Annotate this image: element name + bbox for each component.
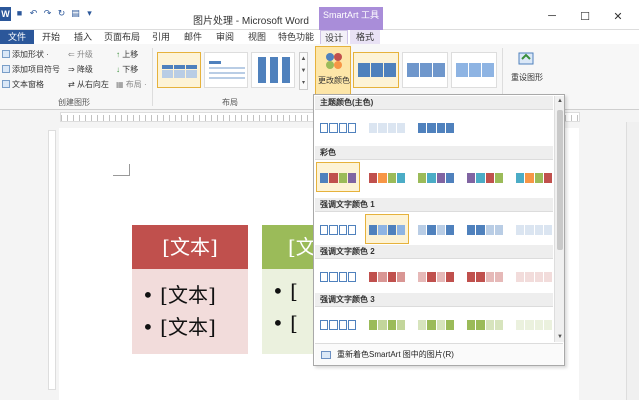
- change-colors-dropdown: ▲ ▼ 重新着色SmartArt 图中的图片(R) 主题颜色(主色) 彩色强调文字…: [313, 94, 565, 366]
- word-app-icon[interactable]: W: [0, 7, 11, 21]
- print-preview-icon[interactable]: ▤: [70, 8, 81, 19]
- scroll-thumb[interactable]: [557, 110, 563, 250]
- maximize-icon[interactable]: ☐: [578, 10, 592, 23]
- move-down-button[interactable]: ↓ 下移: [116, 64, 138, 75]
- tab-page-layout[interactable]: 页面布局: [102, 30, 142, 44]
- color-swatch[interactable]: [512, 309, 556, 339]
- color-swatch[interactable]: [512, 261, 556, 291]
- minimize-icon[interactable]: ─: [545, 10, 559, 22]
- color-swatch[interactable]: [512, 162, 556, 192]
- right-to-left-button[interactable]: ⇄ 从右向左: [68, 79, 109, 90]
- vertical-scrollbar[interactable]: [626, 122, 639, 400]
- layout-small-button[interactable]: ▦ 布局 ·: [116, 79, 147, 90]
- style-thumb-1[interactable]: [353, 52, 399, 88]
- style-thumb-3[interactable]: [451, 52, 497, 88]
- right-to-left-icon: ⇄: [68, 80, 77, 89]
- add-shape-button[interactable]: 添加形状 ·: [2, 49, 49, 60]
- color-swatch[interactable]: [365, 112, 409, 142]
- tab-insert[interactable]: 插入: [70, 30, 96, 44]
- recolor-pictures-option[interactable]: 重新着色SmartArt 图中的图片(R): [315, 343, 563, 365]
- change-colors-icon: [326, 53, 342, 69]
- smartart-shape-1-bullet-1[interactable]: • [文本]: [142, 279, 216, 308]
- promote-button[interactable]: ⇐ 升级: [68, 49, 93, 60]
- scroll-down-icon[interactable]: ▼: [555, 332, 565, 342]
- move-up-button[interactable]: ↑ 上移: [116, 49, 138, 60]
- color-section-header: 彩色: [315, 146, 553, 160]
- document-title: 图片处理 - Microsoft Word: [193, 16, 309, 27]
- smartart-shape-1-header[interactable]: [文本]: [132, 225, 248, 269]
- page-corner-mark: [113, 164, 130, 176]
- layout-thumb-3[interactable]: [251, 52, 295, 88]
- tab-design[interactable]: 设计: [320, 30, 348, 44]
- color-swatch[interactable]: [365, 214, 409, 244]
- color-swatch[interactable]: [414, 162, 458, 192]
- smartart-shape-1-body[interactable]: • [文本] • [文本]: [132, 269, 248, 354]
- promote-icon: ⇐: [68, 50, 77, 59]
- redo-icon[interactable]: ↷: [42, 8, 53, 19]
- layout-thumb-2[interactable]: [204, 52, 248, 88]
- refresh-icon[interactable]: ↻: [56, 8, 67, 19]
- tab-mailings[interactable]: 邮件: [180, 30, 206, 44]
- color-section-header: 强调文字颜色 3: [315, 293, 553, 307]
- demote-icon: ⇒: [68, 65, 77, 74]
- color-swatch[interactable]: [414, 261, 458, 291]
- color-section-header: 强调文字颜色 2: [315, 245, 553, 259]
- color-swatch[interactable]: [463, 214, 507, 244]
- tab-features[interactable]: 特色功能: [276, 30, 316, 44]
- color-swatch[interactable]: [316, 309, 360, 339]
- add-shape-icon: [2, 50, 10, 58]
- vertical-ruler[interactable]: [48, 130, 56, 390]
- color-swatch[interactable]: [316, 214, 360, 244]
- smartart-shape-2-bullet-1[interactable]: • [: [272, 279, 298, 303]
- reset-graphic-button[interactable]: 重设图形: [511, 72, 543, 83]
- reset-graphic-icon[interactable]: [518, 50, 536, 68]
- recolor-picture-icon: [321, 351, 331, 359]
- color-swatch[interactable]: [463, 261, 507, 291]
- group-divider: [152, 48, 153, 106]
- add-bullet-button[interactable]: 添加项目符号: [2, 64, 60, 75]
- tab-home[interactable]: 开始: [38, 30, 64, 44]
- smartart-shape-2-bullet-2[interactable]: • [: [272, 311, 298, 335]
- style-thumb-2[interactable]: [402, 52, 448, 88]
- tab-references[interactable]: 引用: [148, 30, 174, 44]
- customize-toolbar-icon[interactable]: ▾: [84, 8, 95, 19]
- color-section-header: 强调文字颜色 1: [315, 198, 553, 212]
- title-bar: W ■ ↶ ↷ ↻ ▤ ▾ 图片处理 - Microsoft Word Smar…: [0, 0, 639, 30]
- smartart-shape-1-bullet-2[interactable]: • [文本]: [142, 311, 216, 340]
- layout-thumb-1[interactable]: [157, 52, 201, 88]
- color-swatch[interactable]: [414, 214, 458, 244]
- layout-gallery-scroll[interactable]: ▲ ▼ ▾: [299, 52, 308, 90]
- demote-button[interactable]: ⇒ 降级: [68, 64, 93, 75]
- color-swatch[interactable]: [414, 112, 458, 142]
- smartart-tools-context-label: SmartArt 工具: [319, 7, 383, 30]
- color-swatch[interactable]: [512, 214, 556, 244]
- close-icon[interactable]: ✕: [611, 10, 625, 23]
- color-swatch[interactable]: [414, 309, 458, 339]
- color-swatch[interactable]: [463, 309, 507, 339]
- add-bullet-icon: [2, 65, 10, 73]
- quick-access-toolbar: ■ ↶ ↷ ↻ ▤ ▾: [14, 8, 95, 22]
- color-swatch[interactable]: [365, 309, 409, 339]
- color-section-header: 主题颜色(主色): [315, 96, 553, 110]
- text-pane-button[interactable]: 文本窗格: [2, 79, 44, 90]
- layout-group-label: 布局: [222, 98, 238, 107]
- tab-review[interactable]: 审阅: [212, 30, 238, 44]
- undo-icon[interactable]: ↶: [28, 8, 39, 19]
- color-swatch[interactable]: [365, 261, 409, 291]
- text-pane-icon: [2, 80, 10, 88]
- scroll-up-icon[interactable]: ▲: [555, 96, 565, 106]
- color-swatch[interactable]: [316, 112, 360, 142]
- color-swatch[interactable]: [316, 261, 360, 291]
- color-swatch[interactable]: [316, 162, 360, 192]
- tab-view[interactable]: 视图: [244, 30, 270, 44]
- color-swatch[interactable]: [365, 162, 409, 192]
- ribbon-tabs: 文件 开始 插入 页面布局 引用 邮件 审阅 视图 特色功能 设计 格式: [0, 30, 639, 44]
- create-graphic-group-label: 创建图形: [58, 98, 90, 107]
- tab-format[interactable]: 格式: [350, 30, 380, 44]
- save-icon[interactable]: ■: [14, 8, 25, 19]
- color-swatch[interactable]: [463, 162, 507, 192]
- layout-icon: ▦: [116, 80, 126, 89]
- tab-file[interactable]: 文件: [0, 30, 34, 44]
